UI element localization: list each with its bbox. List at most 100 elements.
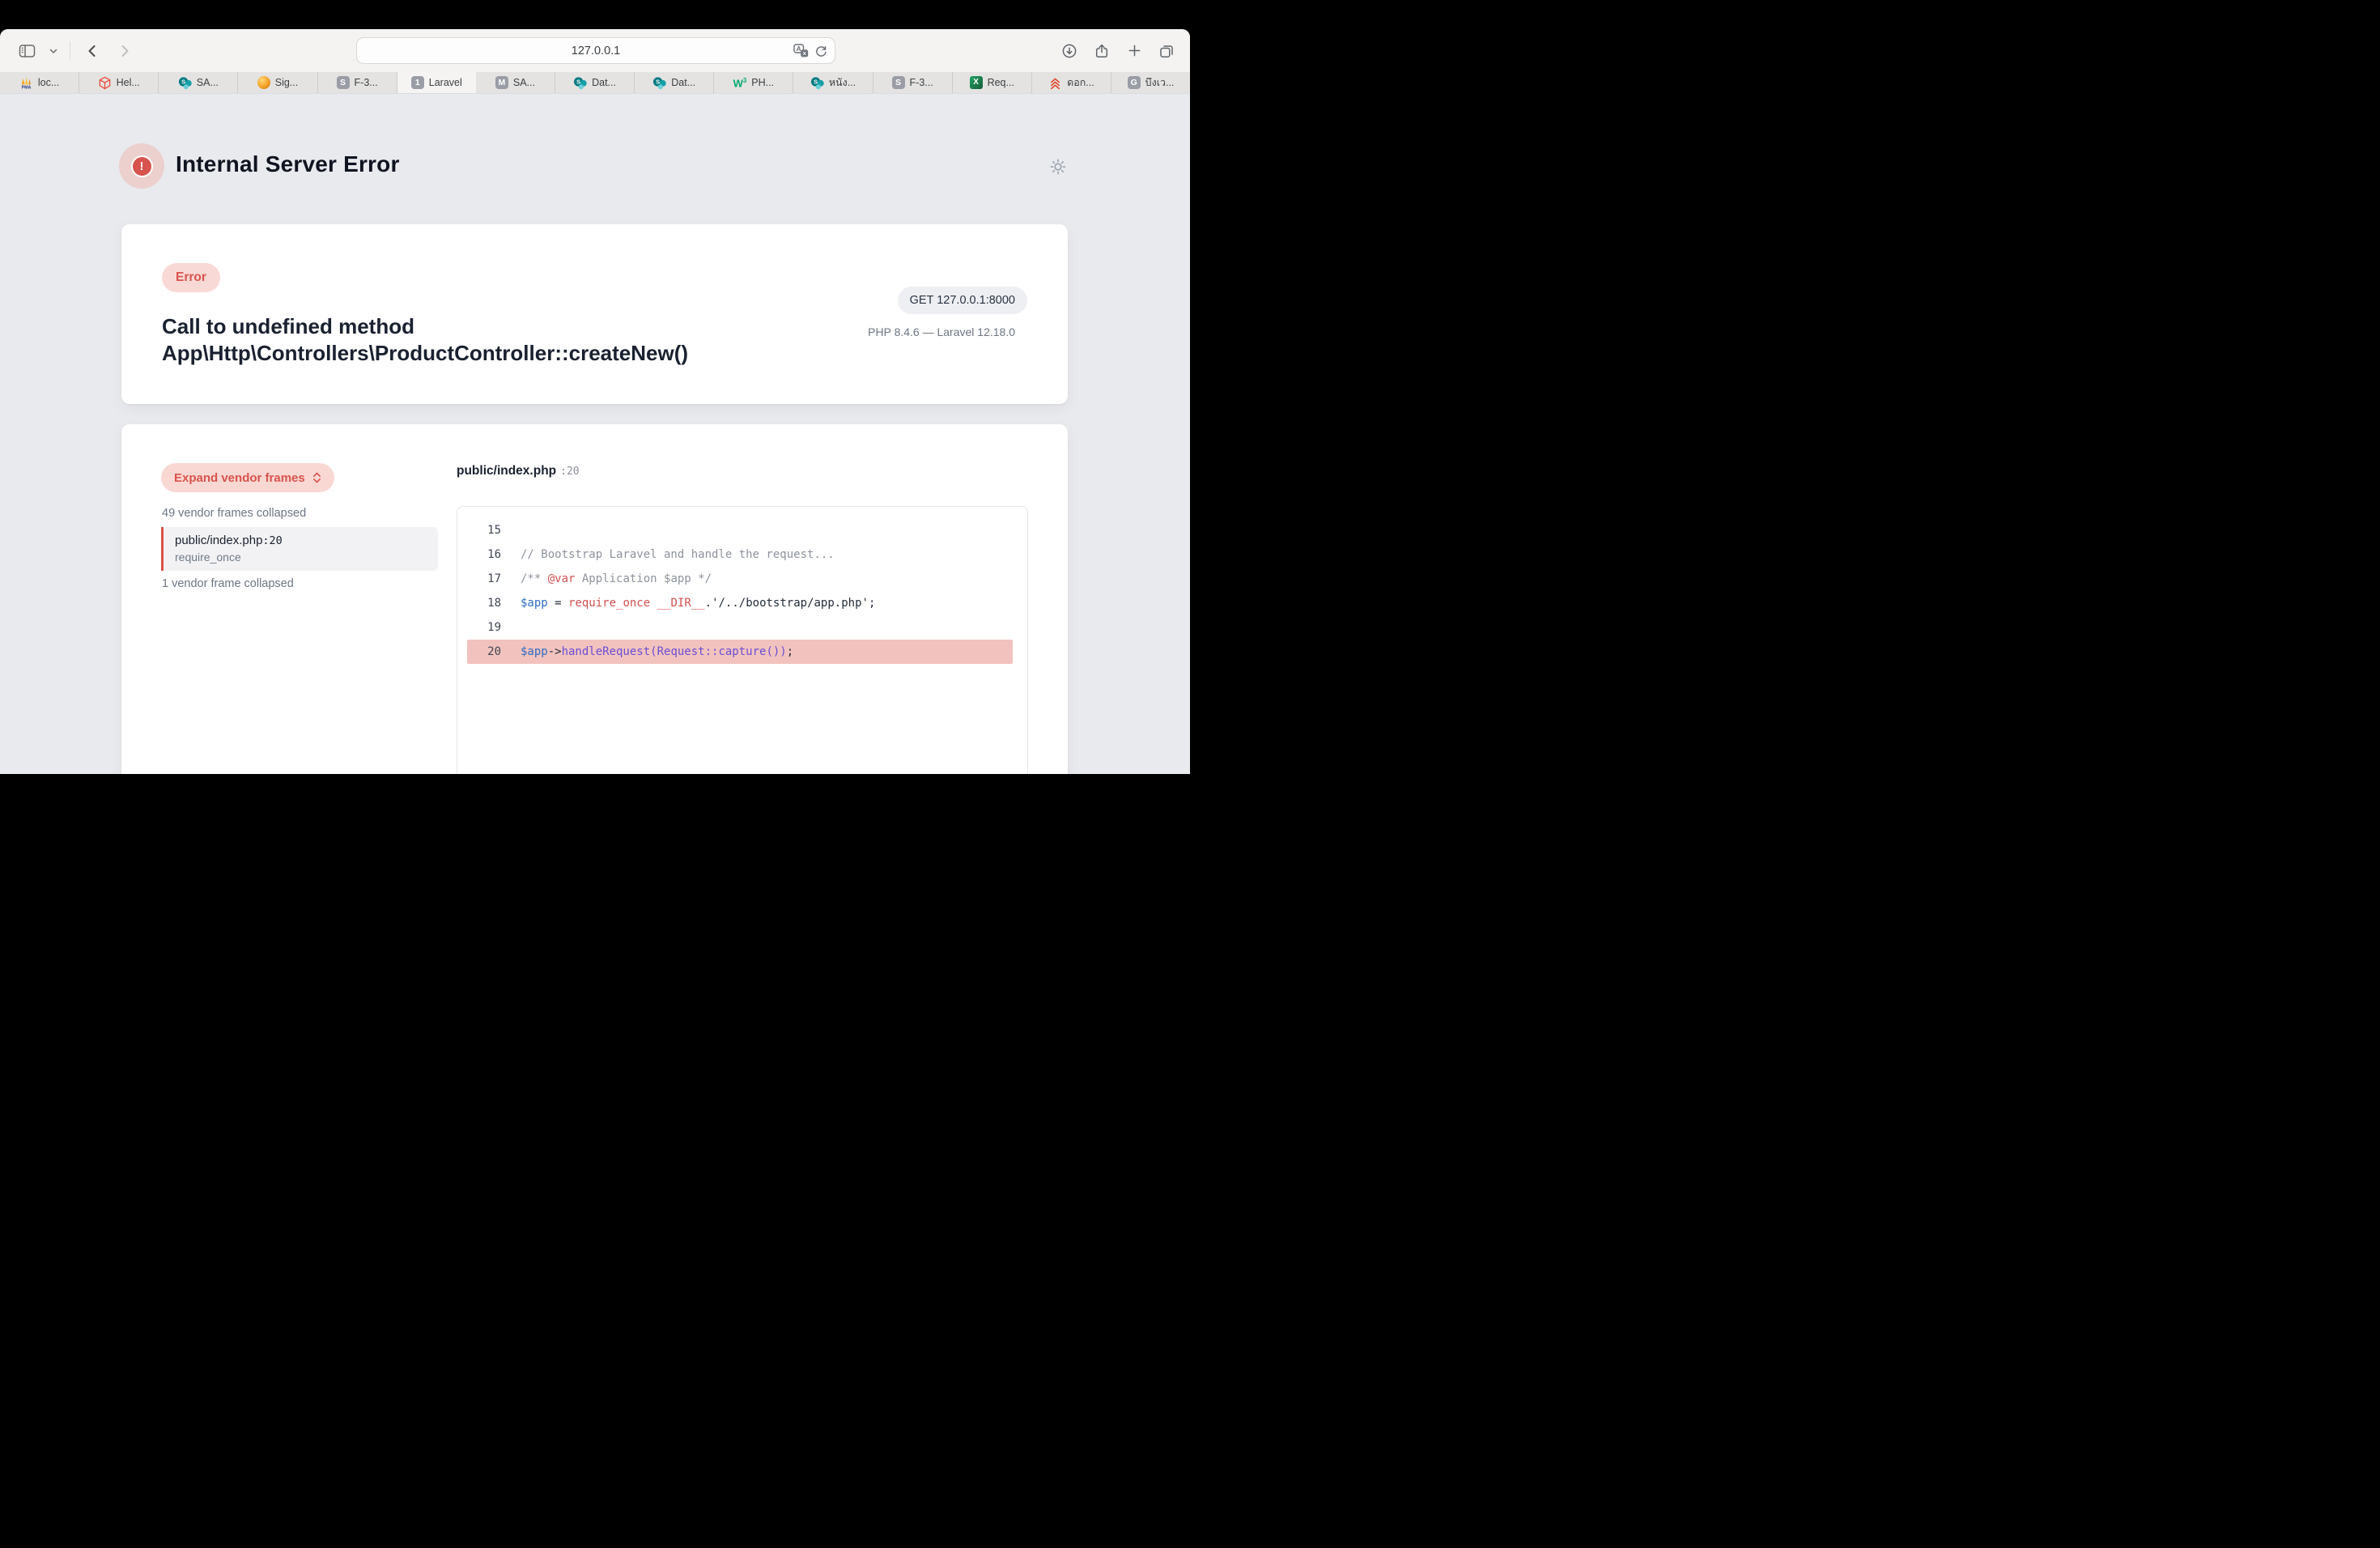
new-tab-button[interactable] [1120,39,1148,63]
exclamation-icon: ! [131,155,153,177]
tab-label: Dat... [592,77,616,88]
error-message: Call to undefined method App\Http\Contro… [162,313,688,367]
browser-tab[interactable]: S หนัง... [793,72,873,93]
expand-vendor-frames-button[interactable]: Expand vendor frames [161,463,334,492]
tab-label: Laravel [429,77,462,88]
tab-label: ดอก... [1067,74,1094,91]
browser-tab[interactable]: Gบึงเว... [1111,72,1190,93]
error-message-line2: App\Http\Controllers\ProductController::… [162,340,688,367]
browser-tab[interactable]: X Req... [953,72,1032,93]
code-line-highlighted: 20 $app->handleRequest(Request::capture()… [467,640,1013,664]
orange-sphere-icon [257,76,270,89]
w3schools-icon: W3 [733,74,747,90]
error-alert-icon: ! [119,143,164,189]
address-bar[interactable]: 127.0.0.1 A x [356,37,835,64]
sidebar-dropdown-button[interactable] [45,39,62,63]
stack-frame-line: :20 [262,534,282,547]
downloads-button[interactable] [1056,39,1083,63]
browser-tab[interactable]: SF-3... [318,72,397,93]
sharepoint-icon: S [573,76,587,90]
line-number: 20 [477,645,501,658]
excel-icon: X [970,76,983,89]
line-number: 18 [477,597,501,610]
line-number: 16 [477,548,501,561]
browser-tab[interactable]: ดอก... [1032,72,1111,93]
stack-frame-file: public/index.php [175,534,262,547]
laravel-icon [98,76,112,90]
phpmyadmin-icon: PMA [19,76,33,90]
download-icon [1061,43,1077,59]
safari-window: 127.0.0.1 A x [0,29,1190,774]
error-type-badge: Error [162,263,220,292]
vendor-frames-collapsed-top: 49 vendor frames collapsed [162,507,306,520]
theme-toggle-button[interactable] [1046,155,1070,179]
line-number: 17 [477,572,501,585]
svg-text:PMA: PMA [22,85,32,90]
error-message-line1: Call to undefined method [162,313,688,340]
tab-label: PH... [751,77,774,88]
forward-button[interactable] [111,39,138,63]
code-snippet-heading: public/index.php:20 [457,464,580,478]
tab-label: F-3... [355,77,378,88]
sidebar-toggle-button[interactable] [13,39,40,63]
tab-label: บึงเว... [1145,74,1175,91]
code-text: // Bootstrap Laravel and handle the requ… [521,548,835,561]
line-number: 19 [477,621,501,634]
tab-overview-button[interactable] [1153,39,1180,63]
translate-button[interactable]: A x [793,42,810,59]
red-chevrons-icon [1048,76,1062,90]
tab-label: loc... [38,77,59,88]
expand-chevrons-icon [312,471,321,484]
browser-tab[interactable]: SSA... [159,72,238,93]
error-summary-card: Error GET 127.0.0.1:8000 PHP 8.4.6 — Lar… [121,224,1068,404]
request-method-badge: GET 127.0.0.1:8000 [898,287,1027,314]
code-line: 15 [467,518,1013,542]
svg-text:S: S [576,78,580,85]
code-text: $app->handleRequest(Request::capture()); [521,645,793,658]
tab-label: หนัง... [829,74,856,91]
url-text: 127.0.0.1 [572,45,620,57]
browser-tab[interactable]: S Dat... [555,72,635,93]
browser-tab-active[interactable]: 1 Laravel [397,72,476,93]
browser-tab[interactable]: S Dat... [635,72,714,93]
sidebar-icon [19,44,36,58]
share-button[interactable] [1088,39,1116,63]
address-bar-icons: A x [793,38,828,63]
browser-tab[interactable]: W3 PH... [714,72,793,93]
svg-text:S: S [814,78,818,85]
stack-frame-file-row: public/index.php:20 [175,534,427,548]
reload-button[interactable] [814,44,828,58]
sharepoint-icon: S [810,76,824,90]
chevron-down-icon [49,46,58,56]
environment-versions: PHP 8.4.6 — Laravel 12.18.0 [868,325,1015,338]
vendor-frames-collapsed-bottom: 1 vendor frame collapsed [162,577,294,590]
svg-text:A: A [797,45,801,53]
tab-label: F-3... [910,77,933,88]
browser-tab[interactable]: PMA loc... [0,72,79,93]
screen: 127.0.0.1 A x [0,0,1190,774]
back-button[interactable] [79,39,106,63]
letter-m-icon: M [495,76,508,89]
line-number: 15 [477,524,501,537]
code-line: 19 [467,615,1013,640]
stack-frame-item[interactable]: public/index.php:20 require_once [161,527,438,571]
letter-1-icon: 1 [411,76,424,89]
code-text: /** @var Application $app */ [521,572,712,585]
tab-label: Hel... [117,77,140,88]
translate-icon: A x [793,42,810,59]
tab-label: SA... [197,77,219,88]
browser-tab[interactable]: Hel... [79,72,159,93]
reload-icon [814,44,828,58]
tab-label: SA... [513,77,535,88]
code-snippet-block: 15 16 // Bootstrap Laravel and handle the … [457,506,1028,774]
stack-trace-card: Expand vendor frames 49 vendor frames co… [121,424,1068,774]
tab-label: Req... [988,77,1014,88]
browser-tab[interactable]: M SA... [476,72,555,93]
tab-label: Dat... [671,77,695,88]
browser-tab[interactable]: SF-3... [873,72,953,93]
sharepoint-icon: S [652,76,666,90]
code-text: $app = require_once __DIR__.'/../bootstr… [521,597,875,610]
browser-tab[interactable]: Sig... [238,72,317,93]
browser-toolbar: 127.0.0.1 A x [0,29,1190,72]
snippet-file-name: public/index.php [457,464,556,478]
